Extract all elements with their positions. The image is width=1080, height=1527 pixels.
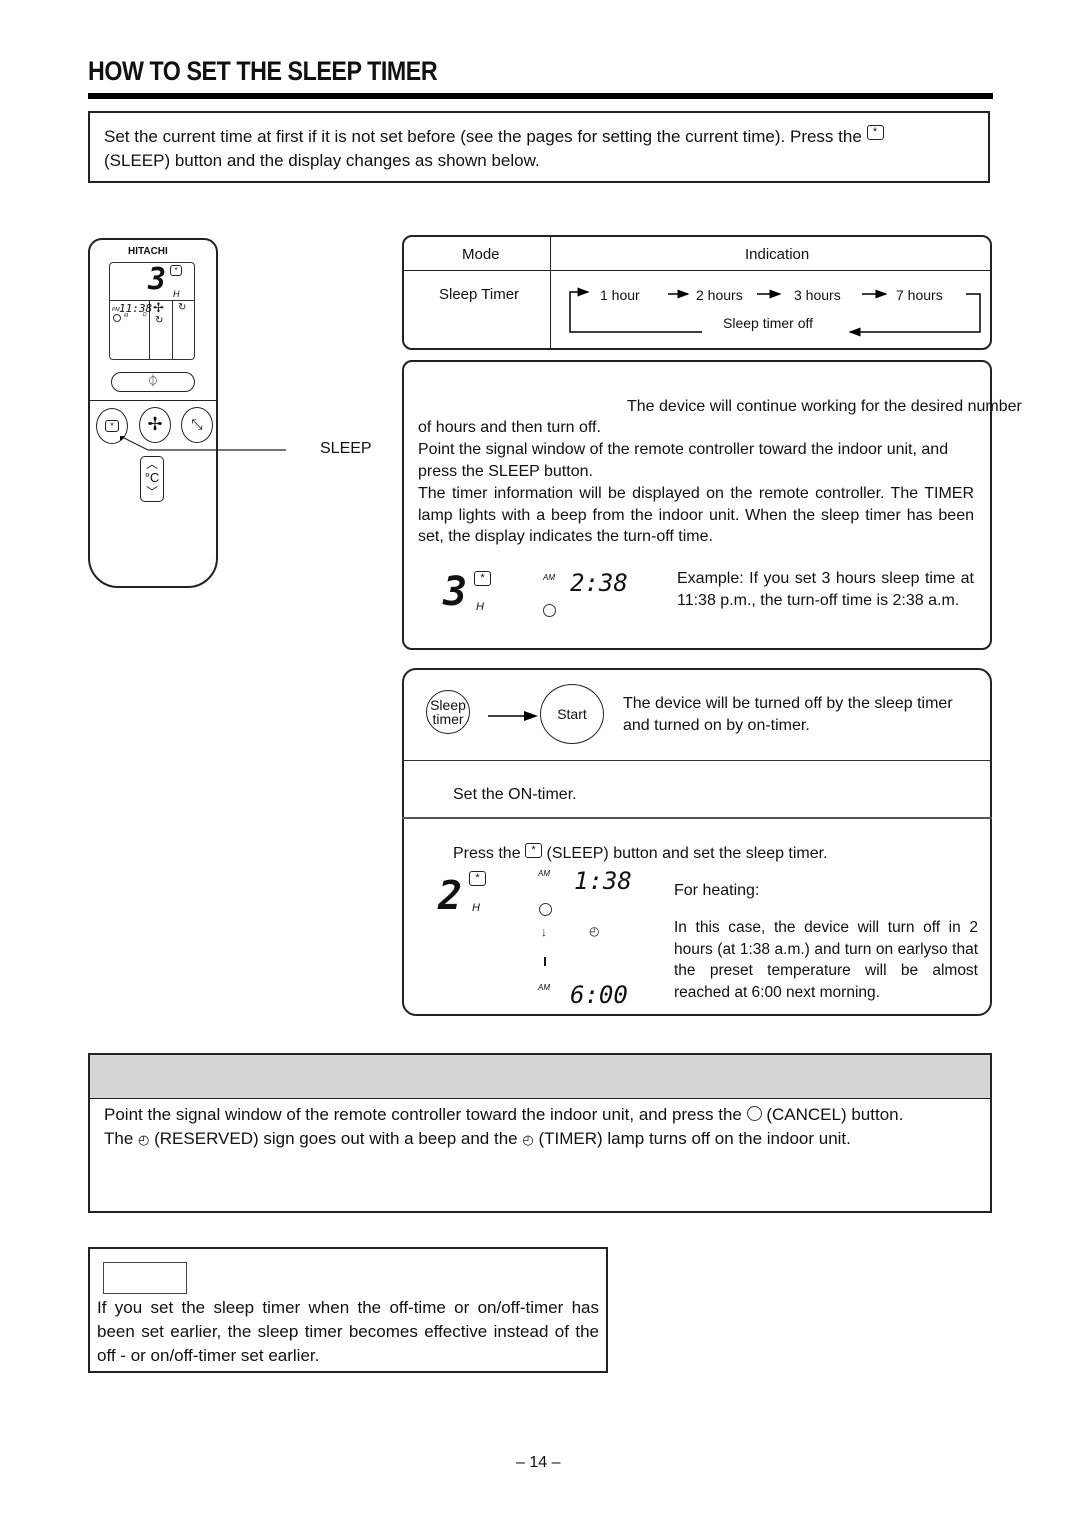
for-heating-label: For heating: bbox=[674, 882, 760, 899]
display-cancel-icon bbox=[543, 604, 556, 617]
sequence-item: 1 hour bbox=[600, 287, 640, 303]
step1-para2: Point the signal window of the remote co… bbox=[418, 441, 949, 480]
timer-lamp-icon: ◴ bbox=[522, 1132, 534, 1147]
step2-divider bbox=[402, 817, 992, 819]
page-number: – 14 – bbox=[516, 1454, 561, 1471]
reserved-icon: ◴ bbox=[138, 1132, 150, 1147]
lcd-swing-icon: ↻ bbox=[178, 302, 187, 313]
sequence-item: 7 hours bbox=[896, 287, 943, 303]
power-icon: ⏀ bbox=[146, 374, 159, 388]
display-ampm-2: AM bbox=[538, 983, 550, 992]
lcd-hours: 3 bbox=[148, 262, 167, 297]
sequence-return-label: Sleep timer off bbox=[723, 315, 814, 331]
row-mode-sleep-timer: Sleep Timer bbox=[439, 286, 520, 303]
arrow-down-icon: ↓ bbox=[541, 925, 547, 939]
lcd-hours-unit: H bbox=[173, 289, 180, 299]
lcd-sub-d: D bbox=[143, 312, 147, 318]
display-hours: 3 bbox=[443, 569, 468, 615]
lcd-cycle-icon: ↻ bbox=[155, 315, 164, 326]
note-text: If you set the sleep timer when the off-… bbox=[97, 1298, 599, 1365]
lcd-fan-icon: ✢ bbox=[153, 300, 164, 315]
temperature-label: °C bbox=[144, 470, 160, 485]
lcd-cancel-icon bbox=[113, 314, 121, 322]
display-hours-2: 2 bbox=[438, 873, 463, 919]
display-hours-unit: H bbox=[476, 601, 484, 613]
cancel-header bbox=[90, 1055, 990, 1099]
sequence-item: 2 hours bbox=[696, 287, 743, 303]
remote-brand-logo: HITACHI bbox=[128, 246, 168, 257]
lcd-sub-m: M bbox=[124, 313, 129, 319]
power-button[interactable]: ⏀ bbox=[111, 372, 195, 392]
display-sleep-icon: * bbox=[474, 571, 491, 586]
display-ampm: AM bbox=[543, 573, 555, 582]
step1-line2: of hours and then turn off. bbox=[418, 419, 601, 436]
display-time: 2:38 bbox=[570, 569, 628, 597]
step2-divider bbox=[402, 760, 992, 761]
step1-para3: The timer information will be displayed … bbox=[418, 485, 974, 545]
fan-icon: ✢ bbox=[147, 414, 163, 434]
lcd-divider bbox=[109, 300, 195, 301]
cancel-icon bbox=[746, 1106, 762, 1121]
heating-text: In this case, the device will turn off i… bbox=[674, 919, 978, 1001]
display-cancel-icon-2 bbox=[539, 903, 552, 916]
display-time-2: 6:00 bbox=[570, 981, 628, 1009]
sleep-icon: * bbox=[866, 125, 884, 140]
swing-icon: ⤡ bbox=[191, 416, 203, 432]
sleep-callout-label: SLEEP bbox=[320, 440, 372, 457]
intro-text-part1: Set the current time at first if it is n… bbox=[104, 127, 862, 146]
header-mode: Mode bbox=[462, 246, 500, 263]
step1-example: Example: If you set 3 hours sleep time a… bbox=[677, 570, 974, 609]
on-timer-mark-icon bbox=[544, 957, 546, 966]
display-ampm-1: AM bbox=[538, 869, 550, 878]
intro-text: Set the current time at first if it is n… bbox=[104, 125, 984, 173]
display-time-1: 1:38 bbox=[574, 867, 632, 895]
display-sleep-icon-2: * bbox=[469, 871, 486, 886]
intro-text-part2: (SLEEP) button and the display changes a… bbox=[104, 151, 540, 170]
display-hours-unit-2: H bbox=[472, 902, 480, 914]
sequence-item: 3 hours bbox=[794, 287, 841, 303]
chevron-down-icon[interactable]: ﹀ bbox=[141, 485, 163, 499]
step2-description: The device will be turned off by the sle… bbox=[623, 695, 953, 734]
step1-line1: The device will continue working for the… bbox=[627, 398, 1022, 415]
cancel-text: Point the signal window of the remote co… bbox=[104, 1105, 904, 1148]
sleep-icon: * bbox=[525, 843, 543, 858]
page-title: HOW TO SET THE SLEEP TIMER bbox=[88, 56, 438, 86]
start-circle: Start bbox=[540, 684, 604, 744]
header-indication: Indication bbox=[745, 246, 810, 263]
sleep-callout-line bbox=[120, 436, 286, 451]
chevron-up-icon[interactable]: ︿ bbox=[141, 457, 163, 471]
temperature-button[interactable]: ︿ °C ﹀ bbox=[140, 456, 164, 502]
note-label bbox=[103, 1262, 187, 1294]
set-on-timer-text: Set the ON-timer. bbox=[453, 786, 577, 803]
remote-divider bbox=[88, 400, 218, 401]
sleep-timer-circle: Sleep timer bbox=[426, 690, 470, 734]
title-rule bbox=[88, 93, 993, 99]
arrow-right-icon bbox=[488, 711, 538, 721]
table-rule bbox=[402, 270, 992, 271]
sleep-icon: * bbox=[105, 420, 119, 433]
lcd-sleep-icon: * bbox=[170, 265, 182, 276]
press-sleep-text: Press the * (SLEEP) button and set the s… bbox=[453, 843, 828, 862]
timer-icon: ◴ bbox=[589, 924, 600, 938]
lcd-divider bbox=[172, 300, 173, 360]
